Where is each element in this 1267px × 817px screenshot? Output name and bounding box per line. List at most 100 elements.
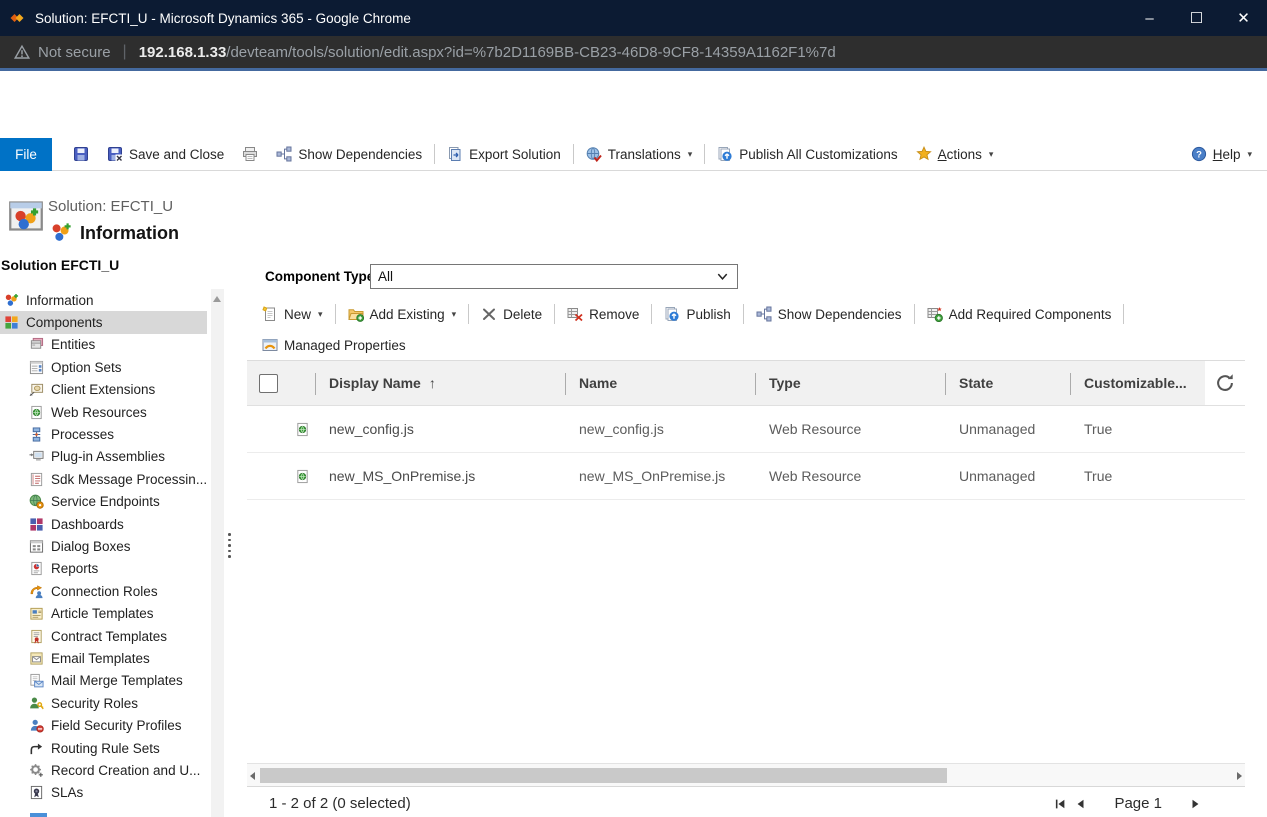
component-type-label: Component Type [265,269,374,284]
dialog-boxes-icon [29,539,44,554]
refresh-button[interactable] [1205,361,1245,405]
sidebar-item-service-endpoints[interactable]: Service Endpoints [0,491,207,513]
cell-display-name[interactable]: new_MS_OnPremise.js [315,453,565,499]
column-header-name[interactable]: Name [565,361,755,405]
save-and-close-button[interactable]: Save and Close [98,138,233,170]
sidebar-item-components[interactable]: Components [0,311,207,333]
file-button[interactable]: File [0,138,52,171]
maximize-button[interactable]: ☐ [1173,0,1220,36]
address-bar[interactable]: Not secure | 192.168.1.33 /devteam/tools… [0,36,1267,71]
show-dependencies-button[interactable]: Show Dependencies [747,299,911,329]
toolbar-separator [573,144,574,164]
next-page-button[interactable] [1189,797,1203,811]
sidebar-item-processes[interactable]: Processes [0,423,207,445]
sidebar-item-information[interactable]: Information [0,289,207,311]
publish-button[interactable]: Publish [655,299,739,329]
component-type-select[interactable]: All [370,264,738,289]
column-header-type[interactable]: Type [755,361,945,405]
cell-display-name[interactable]: new_config.js [315,406,565,452]
sidebar-item-record-creation-and-u[interactable]: Record Creation and U... [0,759,207,781]
scroll-right-icon[interactable] [1237,772,1242,780]
dynamics-logo-icon [9,10,25,26]
sidebar-item-dialog-boxes[interactable]: Dialog Boxes [0,535,207,557]
delete-x-icon [481,306,497,322]
scroll-up-icon[interactable] [213,296,221,302]
sidebar-item-security-roles[interactable]: Security Roles [0,692,207,714]
delete-button[interactable]: Delete [472,299,551,329]
column-header-label: Type [769,375,801,391]
sidebar-item-web-resources[interactable]: Web Resources [0,401,207,423]
publish-icon [717,146,733,162]
help-button[interactable]: ?Help▾ [1182,138,1261,170]
close-button[interactable]: ✕ [1220,0,1267,36]
remove-button[interactable]: Remove [558,299,648,329]
splitter-handle[interactable] [228,533,231,558]
toolbar-separator [554,304,555,324]
new-button[interactable]: New▾ [253,299,332,329]
toolbar-separator [704,144,705,164]
column-header-customizable[interactable]: Customizable... [1070,361,1205,405]
column-header-label: Display Name [329,375,421,391]
managed-properties-button[interactable]: Managed Properties [253,332,415,358]
horizontal-scrollbar[interactable] [247,763,1245,787]
sidebar-item-routing-rule-sets[interactable]: Routing Rule Sets [0,737,207,759]
export-solution-button[interactable]: Export Solution [438,138,570,170]
sidebar-item-label: Dialog Boxes [51,539,131,554]
select-all-checkbox[interactable] [259,374,278,393]
dependencies-icon [276,146,292,162]
sidebar-item-slas[interactable]: SLAs [0,782,207,804]
column-header-state[interactable]: State [945,361,1070,405]
column-header-label: State [959,375,993,391]
sidebar-item-article-templates[interactable]: Article Templates [0,602,207,624]
warning-icon [14,44,30,60]
print-button[interactable] [233,138,267,170]
sidebar-item-entities[interactable]: Entities [0,334,207,356]
table-row[interactable]: new_MS_OnPremise.jsnew_MS_OnPremise.jsWe… [247,453,1245,500]
sidebar-item-label: Dashboards [51,517,124,532]
sidebar-item-sdk-message-processin[interactable]: Sdk Message Processin... [0,468,207,490]
sidebar-item-plug-in-assemblies[interactable]: Plug-in Assemblies [0,446,207,468]
sidebar-item-option-sets[interactable]: Option Sets [0,356,207,378]
sidebar-item-field-security-profiles[interactable]: Field Security Profiles [0,714,207,736]
web-resource-icon [295,422,310,437]
column-header-label: Name [579,375,617,391]
sidebar-item-email-templates[interactable]: Email Templates [0,647,207,669]
actions-button[interactable]: Actions▾ [907,138,1003,170]
url-path[interactable]: /devteam/tools/solution/edit.aspx?id=%7b… [226,44,835,61]
sidebar-item-mail-merge-templates[interactable]: Mail Merge Templates [0,670,207,692]
table-row[interactable]: new_config.jsnew_config.jsWeb ResourceUn… [247,406,1245,453]
sidebar-item-label: Article Templates [51,606,154,621]
sidebar-scrollbar[interactable] [211,289,224,817]
first-page-button[interactable] [1053,797,1067,811]
sidebar-item-dashboards[interactable]: Dashboards [0,513,207,535]
new-icon [262,306,278,322]
sidebar-item-label: Sdk Message Processin... [51,472,207,487]
sidebar-item-contract-templates[interactable]: Contract Templates [0,625,207,647]
solution-label: Solution: EFCTI_U [48,198,173,215]
minimize-button[interactable]: – [1126,0,1173,36]
actions-icon [916,146,932,162]
column-header-label: Customizable... [1084,375,1187,391]
column-header-display-name[interactable]: Display Name↑ [315,361,565,405]
sidebar-item-reports[interactable]: Reports [0,558,207,580]
sidebar-item-label: Client Extensions [51,382,155,397]
url-host[interactable]: 192.168.1.33 [139,44,227,61]
sidebar-item-label: Security Roles [51,696,138,711]
web-resource-icon [29,405,44,420]
save-button[interactable] [64,138,98,170]
information-icon [4,293,19,308]
scrollbar-thumb[interactable] [260,768,947,783]
scroll-left-icon[interactable] [250,772,255,780]
show-dependencies-button[interactable]: Show Dependencies [267,138,431,170]
sidebar-item-client-extensions[interactable]: Client Extensions [0,379,207,401]
publish-all-customizations-button[interactable]: Publish All Customizations [708,138,906,170]
sidebar-item-label: Routing Rule Sets [51,741,160,756]
sidebar-item-connection-roles[interactable]: Connection Roles [0,580,207,602]
not-secure-label[interactable]: Not secure [38,44,111,61]
translations-button[interactable]: Translations▾ [577,138,702,170]
page-indicator: Page 1 [1114,795,1162,812]
previous-page-button[interactable] [1073,797,1087,811]
toolbar-separator [651,304,652,324]
add-required-components-button[interactable]: Add Required Components [918,299,1121,329]
add-existing-button[interactable]: Add Existing▾ [339,299,466,329]
